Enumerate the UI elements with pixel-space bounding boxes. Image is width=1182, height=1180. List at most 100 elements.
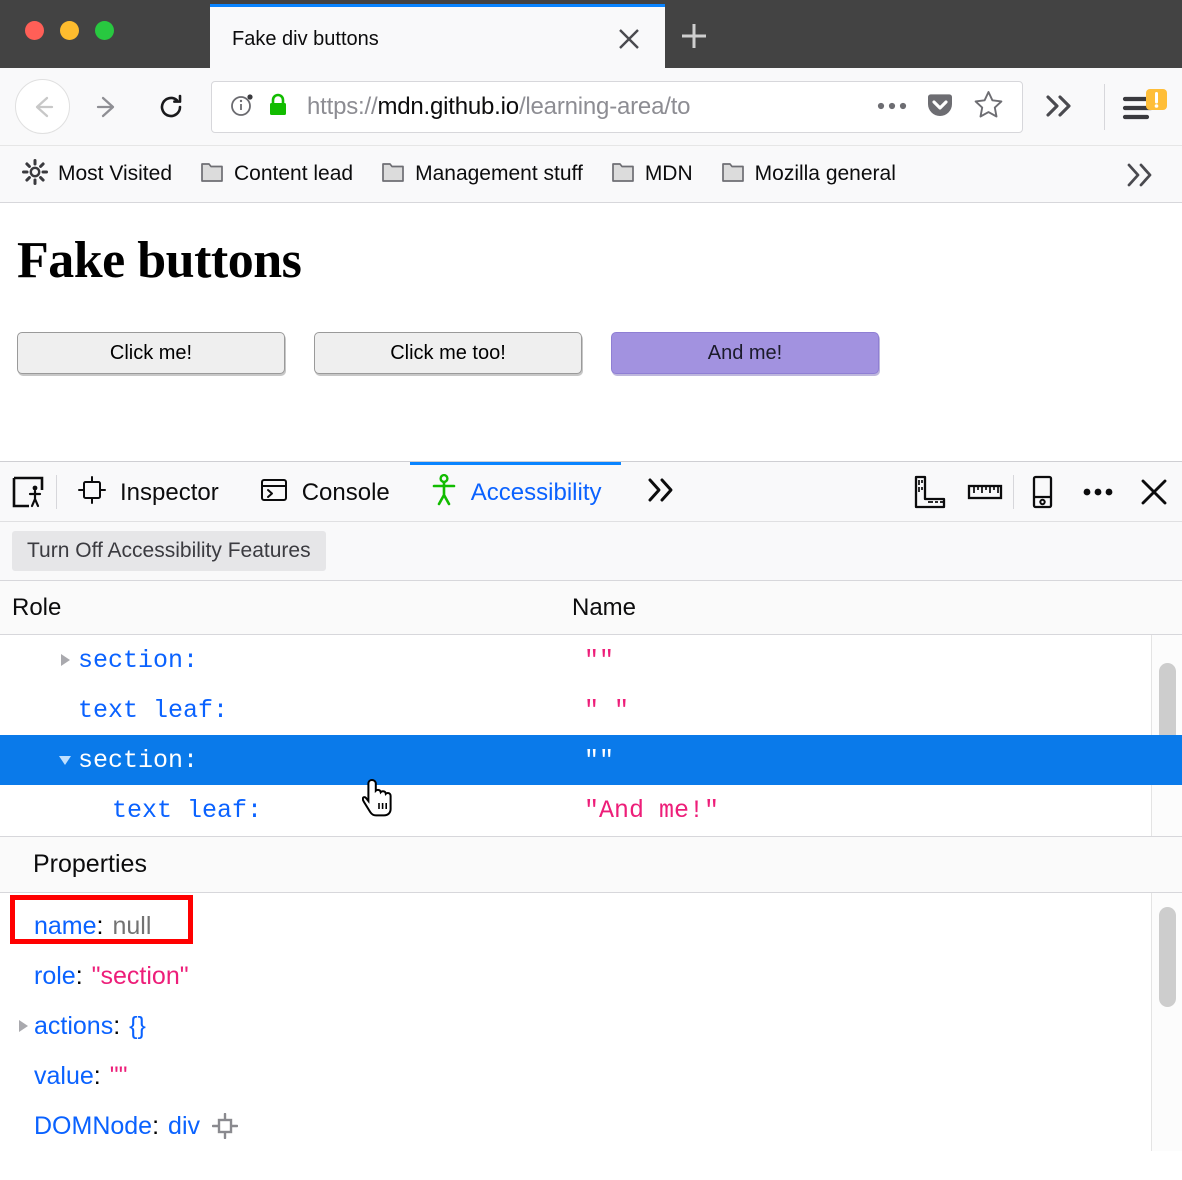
- reload-icon[interactable]: [148, 84, 194, 130]
- tree-row-selected[interactable]: section: "": [0, 735, 1182, 785]
- close-icon[interactable]: [611, 21, 647, 57]
- ruler-icon[interactable]: [957, 462, 1013, 521]
- hamburger-menu-icon[interactable]: [1122, 88, 1168, 128]
- inspector-icon: [77, 475, 107, 512]
- ellipsis-icon[interactable]: [877, 98, 907, 116]
- identity-box[interactable]: [229, 92, 289, 123]
- tree-row[interactable]: section: "": [0, 635, 1182, 685]
- property-value: "section": [92, 962, 189, 991]
- pocket-icon[interactable]: [925, 90, 955, 125]
- console-icon: [259, 475, 289, 512]
- tree-row-name: "And me!": [584, 796, 719, 825]
- property-row-role[interactable]: role: "section": [0, 951, 1182, 1001]
- devtools-panel: Inspector Console: [0, 461, 1182, 1180]
- property-value: {}: [129, 1012, 146, 1041]
- chevron-double-right-icon[interactable]: [1040, 90, 1078, 127]
- url-bar[interactable]: https://mdn.github.io/learning-area/to: [211, 81, 1023, 133]
- tree-row-role: section:: [78, 746, 198, 775]
- star-icon[interactable]: [973, 89, 1004, 125]
- property-key: DOMNode: [34, 1112, 152, 1141]
- url-actions: [877, 89, 1004, 125]
- maximize-window-button[interactable]: [95, 21, 114, 40]
- bookmark-content-lead[interactable]: Content lead: [200, 160, 353, 189]
- plus-icon[interactable]: [672, 14, 716, 58]
- devtools-tabs: Inspector Console: [57, 462, 699, 521]
- bookmark-management-stuff[interactable]: Management stuff: [381, 160, 583, 189]
- browser-window: Fake div buttons: [0, 0, 1182, 1180]
- tab-inspector[interactable]: Inspector: [57, 462, 239, 521]
- tree-row-role: text leaf:: [112, 796, 262, 825]
- fake-button-click-me[interactable]: Click me!: [17, 332, 285, 374]
- bookmark-most-visited[interactable]: Most Visited: [22, 159, 172, 190]
- toolbar-divider: [1104, 84, 1105, 130]
- chevron-double-right-icon[interactable]: [1120, 160, 1158, 195]
- property-row-actions[interactable]: actions: {}: [0, 1001, 1182, 1051]
- page-title: Fake buttons: [0, 203, 1182, 290]
- bookmark-mdn[interactable]: MDN: [611, 160, 693, 189]
- url-text[interactable]: https://mdn.github.io/learning-area/to: [307, 93, 877, 121]
- properties-header: Properties: [0, 836, 1182, 893]
- property-key: actions: [34, 1012, 113, 1041]
- chevron-right-icon[interactable]: [12, 1017, 34, 1035]
- property-value: div: [168, 1112, 200, 1141]
- bookmark-label: MDN: [645, 162, 693, 186]
- property-colon: :: [152, 1112, 159, 1141]
- tree-row-name: "": [584, 746, 614, 775]
- column-header-name: Name: [572, 594, 636, 622]
- tab-label: Inspector: [120, 479, 219, 507]
- tree-row-role: text leaf:: [78, 696, 228, 725]
- folder-icon: [721, 160, 745, 189]
- bookmark-label: Mozilla general: [755, 162, 896, 186]
- fake-button-click-me-too[interactable]: Click me too!: [314, 332, 582, 374]
- accessibility-tree-header: Role Name: [0, 581, 1182, 635]
- accessibility-subtoolbar: Turn Off Accessibility Features: [0, 522, 1182, 581]
- minimize-window-button[interactable]: [60, 21, 79, 40]
- chevron-down-icon[interactable]: [52, 751, 78, 769]
- page-viewport: Fake buttons Click me! Click me too! And…: [0, 203, 1182, 463]
- property-row-value[interactable]: value: "": [0, 1051, 1182, 1101]
- properties-panel[interactable]: name: null role: "section" actions: {} v…: [0, 893, 1182, 1151]
- property-colon: :: [76, 962, 83, 991]
- ellipsis-icon[interactable]: [1070, 462, 1126, 521]
- devtools-toolbar-actions: [901, 462, 1182, 521]
- bookmark-mozilla-general[interactable]: Mozilla general: [721, 160, 896, 189]
- fake-button-and-me[interactable]: And me!: [611, 332, 879, 374]
- navigation-toolbar: https://mdn.github.io/learning-area/to: [0, 68, 1182, 146]
- responsive-design-mode-icon[interactable]: [1014, 462, 1070, 521]
- tree-row-role: section:: [78, 646, 198, 675]
- tree-row[interactable]: text leaf: " ": [0, 685, 1182, 735]
- property-colon: :: [113, 1012, 120, 1041]
- tabs-overflow-icon[interactable]: [621, 462, 699, 521]
- chevron-right-icon[interactable]: [52, 651, 78, 669]
- padlock-icon[interactable]: [267, 92, 289, 123]
- back-arrow-icon[interactable]: [15, 79, 70, 134]
- window-controls: [25, 21, 114, 40]
- tab-console[interactable]: Console: [239, 462, 410, 521]
- forward-arrow-icon[interactable]: [84, 84, 130, 130]
- property-key: role: [34, 962, 76, 991]
- tree-row-name: " ": [584, 696, 629, 725]
- tab-label: Console: [302, 479, 390, 507]
- select-node-icon[interactable]: [212, 1113, 238, 1139]
- accessibility-tree[interactable]: section: "" text leaf: " " section: "" t…: [0, 635, 1182, 836]
- property-row-name[interactable]: name: null: [0, 901, 1182, 951]
- close-window-button[interactable]: [25, 21, 44, 40]
- ruler-corner-icon[interactable]: [901, 462, 957, 521]
- gear-icon: [22, 159, 48, 190]
- title-bar: Fake div buttons: [0, 0, 1182, 68]
- property-key: value: [34, 1062, 94, 1091]
- bookmark-label: Content lead: [234, 162, 353, 186]
- property-colon: :: [97, 912, 104, 941]
- element-picker-icon[interactable]: [0, 475, 56, 509]
- close-icon[interactable]: [1126, 462, 1182, 521]
- bookmark-label: Management stuff: [415, 162, 583, 186]
- tree-row[interactable]: text leaf: "And me!": [0, 785, 1182, 835]
- tab-accessibility[interactable]: Accessibility: [410, 462, 622, 521]
- turn-off-accessibility-button[interactable]: Turn Off Accessibility Features: [12, 531, 326, 571]
- info-circle-icon[interactable]: [229, 92, 255, 123]
- url-host: mdn.github.io: [377, 93, 519, 120]
- property-row-domnode[interactable]: DOMNode: div: [0, 1101, 1182, 1151]
- browser-tab-active[interactable]: Fake div buttons: [210, 4, 665, 71]
- devtools-toolbar: Inspector Console: [0, 462, 1182, 522]
- tree-row-name: "": [584, 646, 614, 675]
